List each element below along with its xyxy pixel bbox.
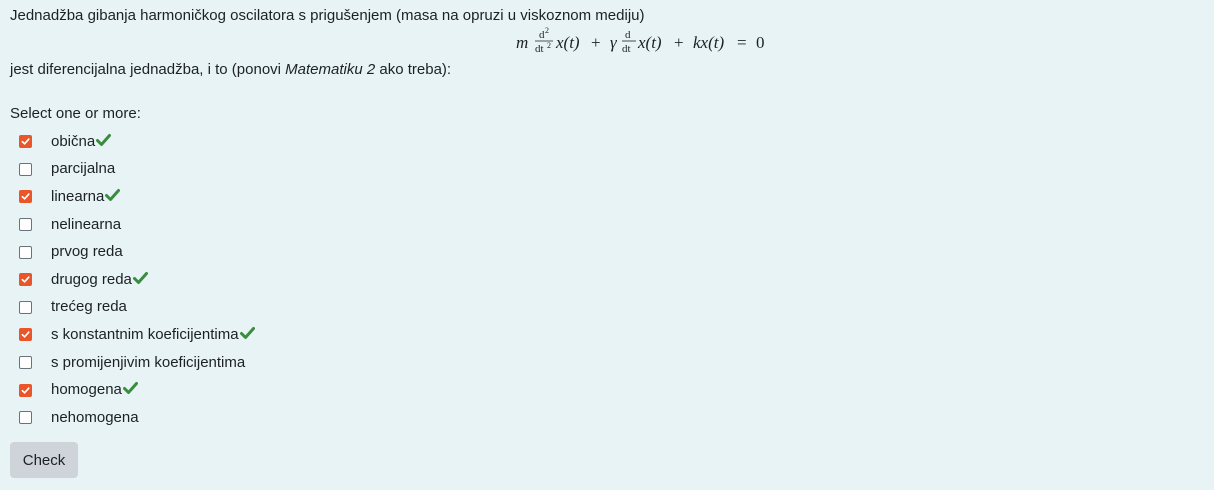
answer-label[interactable]: drugog reda <box>51 270 132 290</box>
answer-option[interactable]: linearna <box>10 183 255 211</box>
answer-option[interactable]: trećeg reda <box>10 294 255 322</box>
answer-checkbox[interactable] <box>19 245 32 259</box>
checkmark-icon <box>21 193 30 201</box>
answer-option[interactable]: s konstantnim koeficijentima <box>10 321 255 349</box>
checkmark-icon <box>21 276 30 283</box>
question-line-2-start: jest diferencijalna jednadžba, i to (pon… <box>10 61 286 78</box>
question-line-2-end: ako treba): <box>375 61 452 78</box>
answer-label[interactable]: parcijalna <box>51 159 115 179</box>
answer-option[interactable]: nehomogena <box>10 404 255 432</box>
question-line-2: jest diferencijalna jednadžba, i to (pon… <box>10 60 1204 80</box>
answer-option[interactable]: s promijenjivim koeficijentima <box>10 349 255 377</box>
check-icon <box>96 133 112 146</box>
check-icon <box>105 188 121 201</box>
checkmark-icon <box>21 331 30 339</box>
eq-equals: = <box>737 33 747 52</box>
answer-option[interactable]: prvog reda <box>10 238 255 266</box>
eq-m: m <box>516 33 528 52</box>
question-text: Jednadžba gibanja harmoničkog oscilatora… <box>10 6 1204 80</box>
eq-x-t-1: x(t) <box>555 33 580 52</box>
eq-d1: d <box>625 29 631 41</box>
answer-label[interactable]: linearna <box>51 187 104 207</box>
answer-label[interactable]: trećeg reda <box>51 297 127 317</box>
answer-label[interactable]: obična <box>51 132 95 152</box>
answer-option[interactable]: parcijalna <box>10 156 255 184</box>
answer-label[interactable]: prvog reda <box>51 242 123 262</box>
checkmark-icon <box>21 386 30 394</box>
answer-checkbox[interactable] <box>19 162 32 176</box>
answer-option[interactable]: obična <box>10 128 255 156</box>
answer-option[interactable]: nelinearna <box>10 211 255 239</box>
eq-dt1: dt <box>622 43 631 55</box>
answer-checkbox[interactable] <box>19 383 32 397</box>
eq-kx-t: kx(t) <box>693 33 724 52</box>
answer-checkbox[interactable] <box>19 218 32 232</box>
eq-d2-exp: 2 <box>545 26 549 35</box>
check-icon <box>122 382 138 395</box>
equation-svg: m d 2 dt 2 x(t) + γ d dt x(t) + kx(t) = … <box>516 26 765 55</box>
answer-checkbox[interactable] <box>19 328 32 342</box>
answer-label[interactable]: s konstantnim koeficijentima <box>51 325 239 345</box>
eq-gamma: γ <box>610 33 618 52</box>
eq-dt2-exp: 2 <box>547 41 551 50</box>
answer-label[interactable]: nelinearna <box>51 215 121 235</box>
answer-checkbox[interactable] <box>19 273 32 287</box>
answer-option[interactable]: homogena <box>10 376 255 404</box>
eq-dt2: dt <box>535 43 544 55</box>
answer-checkbox[interactable] <box>19 300 32 314</box>
answer-checkbox[interactable] <box>19 411 32 425</box>
answer-checkbox[interactable] <box>19 356 32 370</box>
answer-list: obična parcijalna linearna nelinearna prvog … <box>10 128 255 432</box>
question-line-1: Jednadžba gibanja harmoničkog oscilatora… <box>10 7 645 24</box>
answer-checkbox[interactable] <box>19 135 32 149</box>
eq-plus-1: + <box>591 33 601 52</box>
equation: m d 2 dt 2 x(t) + γ d dt x(t) + kx(t) = … <box>10 26 1204 60</box>
eq-zero: 0 <box>756 33 765 52</box>
checkmark-icon <box>21 138 30 145</box>
answer-label[interactable]: homogena <box>51 380 122 400</box>
eq-x-t-2: x(t) <box>637 33 662 52</box>
eq-plus-2: + <box>674 33 684 52</box>
check-icon <box>132 271 148 284</box>
check-icon <box>239 326 255 339</box>
answer-option[interactable]: drugog reda <box>10 266 255 294</box>
answer-prompt: Select one or more: <box>10 105 141 122</box>
answer-checkbox[interactable] <box>19 190 32 204</box>
question-line-2-emphasis: Matematiku 2 <box>285 61 376 78</box>
answer-label[interactable]: s promijenjivim koeficijentima <box>51 353 245 373</box>
answer-label[interactable]: nehomogena <box>51 408 139 428</box>
check-button[interactable]: Check <box>10 442 78 478</box>
